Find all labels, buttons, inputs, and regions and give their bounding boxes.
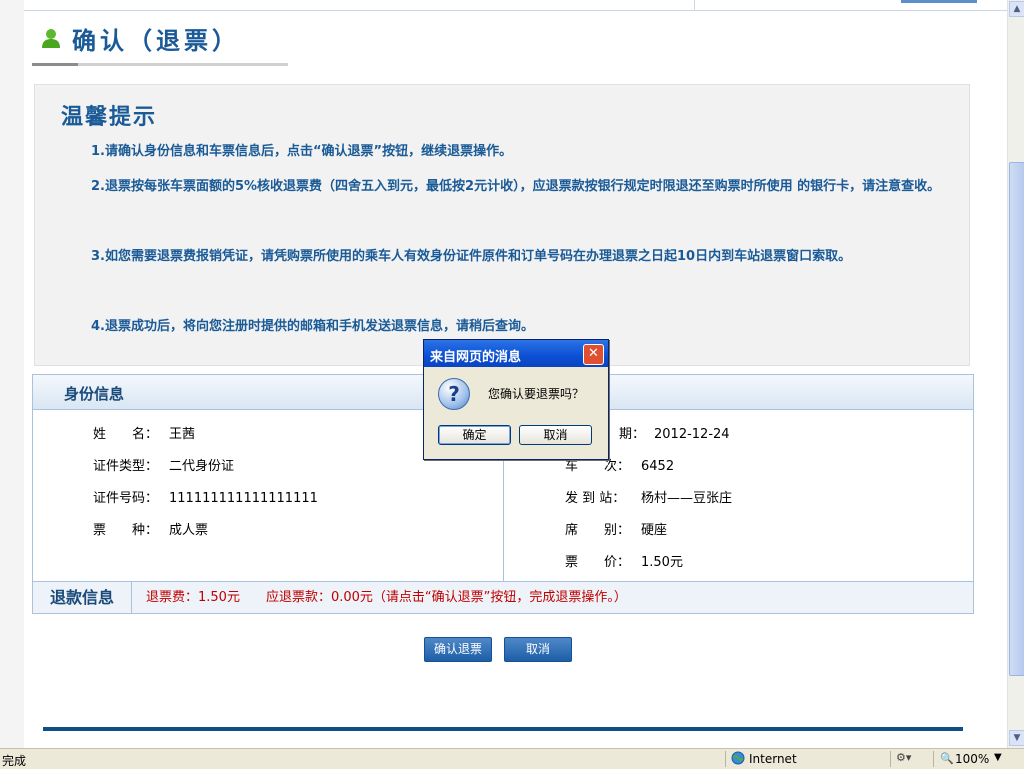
top-nav-button[interactable] [901, 0, 977, 3]
dialog-ok-button[interactable]: 确定 [438, 425, 511, 445]
protected-mode-icon[interactable]: ⚙▾ [896, 751, 911, 764]
scroll-up-icon[interactable]: ▲ [1009, 1, 1024, 17]
tip-item-2: 2.退票按每张车票面额的5%核收退票费（四舍五入到元，最低按2元计收），应退票款… [91, 179, 941, 194]
id-type-value: 二代身份证 [169, 459, 235, 474]
identity-heading: 身份信息 [64, 385, 125, 403]
confirm-dialog: 来自网页的消息 ✕ ? 您确认要退票吗？ 确定 取消 [423, 339, 609, 460]
top-nav-bar [24, 0, 1007, 11]
tip-item-3: 3.如您需要退票费报销凭证，请凭购票所使用的乘车人有效身份证件原件和订单号码在办… [91, 249, 852, 264]
seat-value: 硬座 [641, 523, 668, 538]
tip-item-1: 1.请确认身份信息和车票信息后，点击“确认退票”按钮，继续退票操作。 [91, 144, 513, 159]
ticket-type-value: 成人票 [169, 523, 209, 538]
id-number-row: 证件号码： 111111111111111111 [93, 491, 318, 506]
stations-value: 杨村——豆张庄 [641, 491, 733, 506]
page-header: 确认（退票） [40, 22, 240, 55]
chevron-down-icon[interactable]: ▼ [994, 752, 1002, 763]
price-value: 1.50元 [641, 555, 683, 570]
scroll-thumb[interactable] [1009, 162, 1024, 676]
title-underline [32, 63, 288, 66]
refund-bar: 退款信息 退票费：1.50元 应退票款：0.00元（请点击“确认退票”按钮，完成… [33, 581, 973, 613]
zoom-icon[interactable]: 🔍 [940, 752, 954, 765]
globe-icon [731, 751, 745, 768]
passenger-name: 王茜 [169, 427, 196, 442]
status-bar: 完成 Internet ⚙▾ 🔍 100% ▼ [0, 748, 1024, 769]
ticket-type-row: 票 种： 成人票 [93, 523, 209, 538]
travel-date: 2012-12-24 [654, 427, 730, 442]
dialog-titlebar: 来自网页的消息 ✕ [424, 340, 608, 367]
security-zone: Internet [749, 752, 797, 766]
left-margin [0, 0, 24, 748]
tips-box: 温馨提示 1.请确认身份信息和车票信息后，点击“确认退票”按钮，继续退票操作。 … [34, 84, 970, 366]
train-number: 6452 [641, 459, 675, 474]
footer-line [43, 727, 963, 731]
id-number-value: 111111111111111111 [169, 491, 318, 506]
cancel-button[interactable]: 取消 [504, 637, 572, 662]
scroll-down-icon[interactable]: ▼ [1009, 730, 1024, 746]
refund-heading: 退款信息 [33, 582, 132, 613]
name-row: 姓 名： 王茜 [93, 427, 196, 442]
page-title: 确认（退票） [72, 26, 240, 55]
dialog-message: 您确认要退票吗？ [488, 387, 585, 401]
price-row: 票 价： 1.50元 [565, 555, 683, 570]
seat-row: 席 别： 硬座 [565, 523, 668, 538]
status-text: 完成 [2, 754, 27, 768]
confirm-refund-button[interactable]: 确认退票 [424, 637, 492, 662]
date-row: 期： 2012-12-24 [619, 427, 730, 442]
close-icon[interactable]: ✕ [583, 344, 604, 365]
stations-row: 发 到 站： 杨村——豆张庄 [565, 491, 733, 506]
question-icon: ? [438, 378, 470, 410]
tips-heading: 温馨提示 [61, 105, 158, 130]
user-icon [40, 27, 62, 49]
dialog-cancel-button[interactable]: 取消 [519, 425, 592, 445]
vertical-scrollbar[interactable]: ▲ ▼ [1007, 0, 1024, 748]
dialog-title: 来自网页的消息 [430, 350, 522, 365]
zoom-level[interactable]: 100% [955, 752, 989, 766]
id-type-row: 证件类型： 二代身份证 [93, 459, 235, 474]
refund-text: 退票费：1.50元 应退票款：0.00元（请点击“确认退票”按钮，完成退票操作。… [146, 590, 627, 605]
